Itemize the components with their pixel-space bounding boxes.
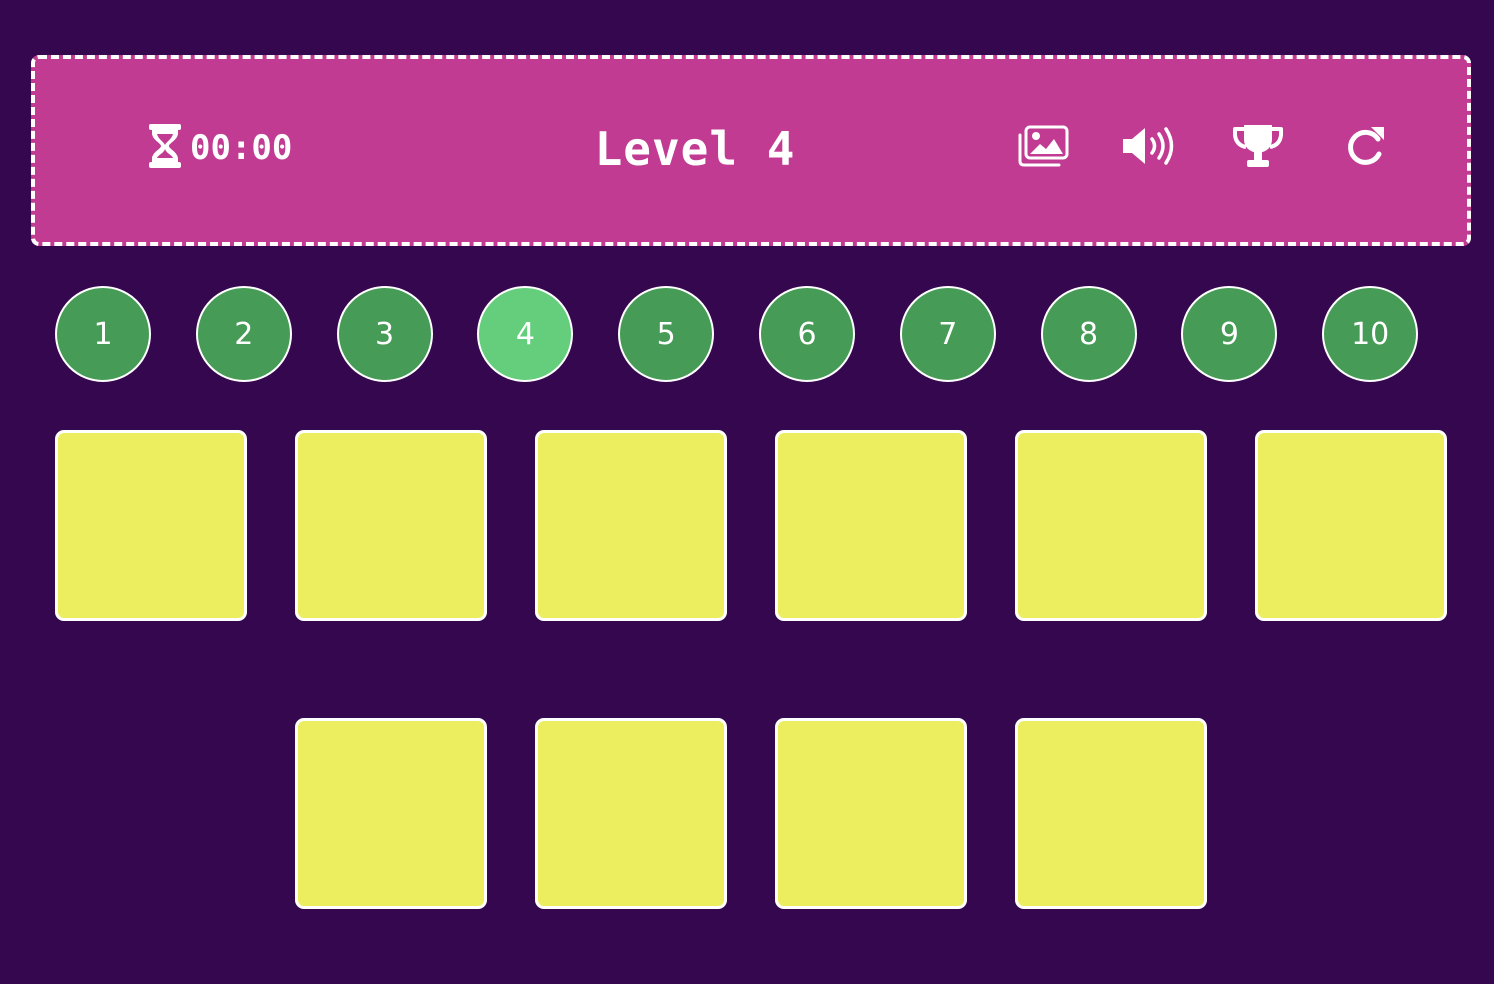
- image-button[interactable]: [1015, 123, 1071, 173]
- memory-card[interactable]: [775, 718, 967, 909]
- level-title: Level 4: [594, 122, 796, 176]
- level-button-7[interactable]: 7: [899, 286, 996, 382]
- memory-card[interactable]: [535, 430, 727, 621]
- memory-card[interactable]: [55, 430, 247, 621]
- level-button-4[interactable]: 4: [477, 286, 574, 382]
- memory-card[interactable]: [535, 718, 727, 909]
- level-button-3[interactable]: 3: [336, 286, 433, 382]
- timer-value: 00:00: [190, 128, 293, 168]
- memory-card[interactable]: [1015, 430, 1207, 621]
- restart-icon: [1342, 123, 1388, 173]
- memory-card[interactable]: [1015, 718, 1207, 909]
- level-button-8[interactable]: 8: [1040, 286, 1137, 382]
- trophy-button[interactable]: [1230, 123, 1286, 173]
- sound-button[interactable]: [1122, 123, 1178, 173]
- level-button-9[interactable]: 9: [1181, 286, 1278, 382]
- memory-card[interactable]: [295, 430, 487, 621]
- level-button-2[interactable]: 2: [195, 286, 292, 382]
- memory-card[interactable]: [775, 430, 967, 621]
- memory-card[interactable]: [1255, 430, 1447, 621]
- game-header: 00:00 Level 4: [31, 55, 1471, 246]
- memory-card[interactable]: [295, 718, 487, 909]
- level-button-6[interactable]: 6: [759, 286, 855, 382]
- hourglass-icon: [148, 123, 182, 173]
- restart-button[interactable]: [1337, 123, 1393, 173]
- level-button-1[interactable]: 1: [55, 286, 151, 382]
- level-button-5[interactable]: 5: [618, 286, 715, 382]
- image-icon: [1017, 125, 1069, 171]
- trophy-icon: [1231, 123, 1285, 173]
- timer: 00:00: [148, 123, 292, 173]
- volume-icon: [1121, 125, 1179, 171]
- level-button-10[interactable]: 10: [1322, 286, 1419, 382]
